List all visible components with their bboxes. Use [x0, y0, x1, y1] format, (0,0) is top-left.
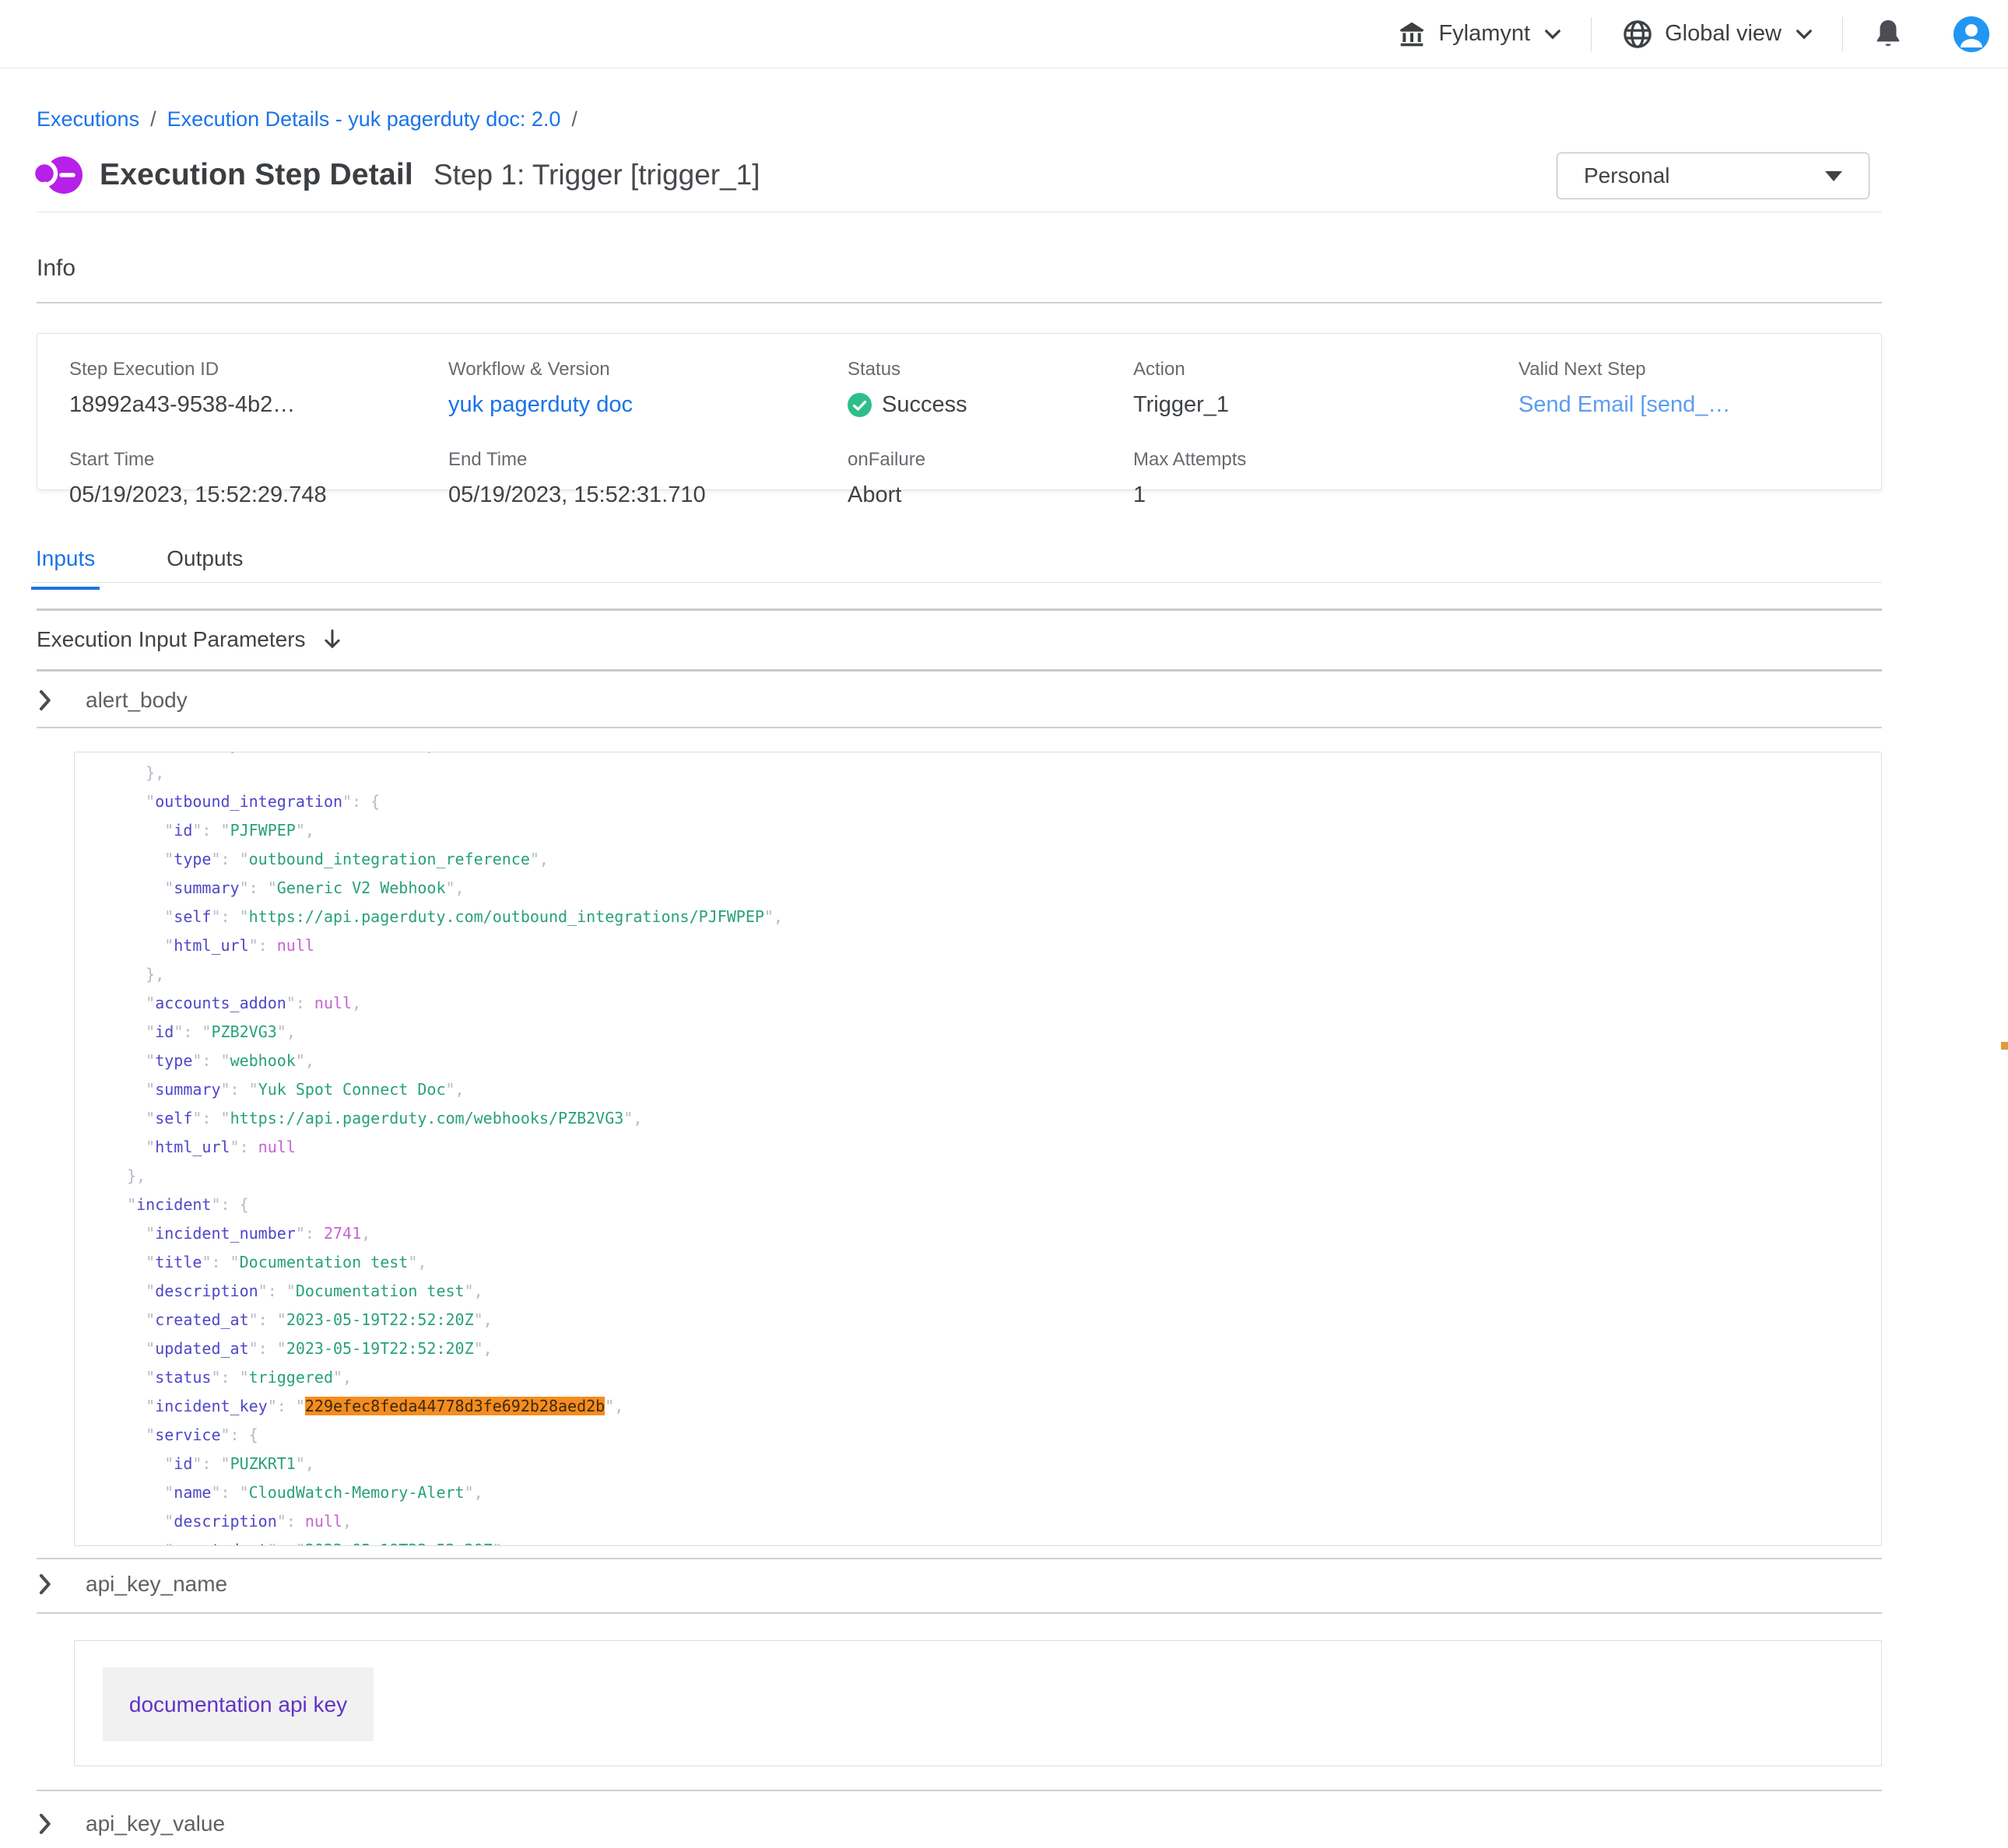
- notifications-button[interactable]: [1873, 17, 1904, 51]
- divider: [37, 727, 1882, 728]
- info-field: Max Attempts 1: [1133, 449, 1518, 508]
- chevron-right-icon: [39, 1814, 51, 1834]
- code-pre: "summary": "CloudWatch-Memory-Alert Auto…: [75, 752, 1881, 1546]
- info-field: onFailure Abort: [848, 449, 1133, 508]
- param-label: api_key_value: [86, 1811, 225, 1836]
- globe-icon: [1621, 18, 1654, 51]
- page: Fylamynt Global view: [0, 0, 2008, 1848]
- info-field-label: End Time: [448, 449, 848, 471]
- chevron-right-icon: [39, 1574, 51, 1594]
- alert-body-json-viewer[interactable]: "summary": "CloudWatch-Memory-Alert Auto…: [74, 752, 1882, 1546]
- start-time-value: 05/19/2023, 15:52:29.748: [69, 482, 448, 508]
- info-field-label: Start Time: [69, 449, 448, 471]
- breadcrumb-link-execution-details[interactable]: Execution Details - yuk pagerduty doc: 2…: [167, 107, 561, 131]
- param-row-alert-body[interactable]: alert_body: [39, 688, 188, 713]
- param-row-api-key-value[interactable]: api_key_value: [39, 1811, 225, 1836]
- breadcrumb-separator: /: [571, 107, 577, 131]
- status-text: Success: [882, 392, 967, 418]
- api-key-name-value-box: documentation api key: [74, 1640, 1882, 1766]
- org-label: Fylamynt: [1438, 21, 1530, 47]
- info-field: Workflow & Version yuk pagerduty doc: [448, 359, 848, 418]
- divider: [37, 1790, 1882, 1791]
- params-header: Execution Input Parameters: [37, 627, 343, 652]
- workflow-link[interactable]: yuk pagerduty doc: [448, 392, 848, 418]
- chevron-right-icon: [39, 690, 51, 710]
- breadcrumb-link-executions[interactable]: Executions: [37, 107, 139, 131]
- topbar-divider: [1591, 17, 1592, 51]
- divider: [37, 302, 1882, 303]
- info-field: Step Execution ID 18992a43-9538-4b2…: [69, 359, 448, 418]
- bank-icon: [1396, 19, 1427, 50]
- title-row: Execution Step Detail Step 1: Trigger [t…: [33, 153, 760, 198]
- top-bar: Fylamynt Global view: [0, 0, 2008, 68]
- info-field-label: Status: [848, 359, 1133, 380]
- divider: [37, 608, 1882, 611]
- trigger-step-icon: [33, 153, 82, 198]
- scope-select-value: Personal: [1584, 163, 1825, 188]
- info-field: Valid Next Step Send Email [send_…: [1518, 359, 1881, 418]
- status-badge: Success: [848, 392, 1133, 418]
- download-arrow-icon: [321, 628, 343, 651]
- tab-outputs[interactable]: Outputs: [162, 546, 247, 590]
- org-switcher[interactable]: Fylamynt: [1396, 19, 1561, 50]
- info-field-label: Max Attempts: [1133, 449, 1518, 471]
- breadcrumb-separator: /: [150, 107, 156, 131]
- page-title: Execution Step Detail: [100, 158, 413, 192]
- step-execution-id: 18992a43-9538-4b2…: [69, 392, 448, 418]
- end-time-value: 05/19/2023, 15:52:31.710: [448, 482, 848, 508]
- param-label: alert_body: [86, 688, 188, 713]
- valid-next-step-link[interactable]: Send Email [send_…: [1518, 392, 1881, 418]
- divider: [37, 1558, 1882, 1559]
- info-field-label: Action: [1133, 359, 1518, 380]
- info-card: Step Execution ID 18992a43-9538-4b2… Wor…: [37, 333, 1882, 490]
- info-field: Action Trigger_1: [1133, 359, 1518, 418]
- select-arrow-icon: [1825, 171, 1842, 181]
- tab-bar: Inputs Outputs: [31, 546, 247, 590]
- param-label: api_key_name: [86, 1572, 227, 1597]
- scope-select[interactable]: Personal: [1557, 153, 1869, 199]
- param-row-api-key-name[interactable]: api_key_name: [39, 1572, 227, 1597]
- tab-inputs[interactable]: Inputs: [31, 546, 100, 590]
- max-attempts-value: 1: [1133, 482, 1518, 508]
- info-field-label: Valid Next Step: [1518, 359, 1881, 380]
- page-subtitle: Step 1: Trigger [trigger_1]: [434, 159, 760, 191]
- divider: [31, 582, 1882, 583]
- divider: [37, 669, 1882, 672]
- info-field-label: Workflow & Version: [448, 359, 848, 380]
- params-title: Execution Input Parameters: [37, 627, 306, 652]
- bell-icon: [1873, 17, 1904, 51]
- info-field-label: onFailure: [848, 449, 1133, 471]
- topbar-divider: [1842, 17, 1843, 51]
- chevron-down-icon: [1544, 29, 1561, 40]
- info-field: Status Success: [848, 359, 1133, 418]
- view-switcher[interactable]: Global view: [1621, 18, 1813, 51]
- check-circle-icon: [848, 393, 872, 417]
- breadcrumb: Executions / Execution Details - yuk pager…: [37, 107, 588, 131]
- api-key-name-chip: documentation api key: [103, 1667, 374, 1741]
- action-value: Trigger_1: [1133, 392, 1518, 418]
- info-heading: Info: [37, 255, 75, 282]
- account-avatar[interactable]: [1954, 16, 1989, 52]
- divider: [37, 1612, 1882, 1614]
- download-params-button[interactable]: [321, 628, 343, 651]
- onfailure-value: Abort: [848, 482, 1133, 508]
- info-field: End Time 05/19/2023, 15:52:31.710: [448, 449, 848, 508]
- scrollbar-highlight-tick: [2001, 1042, 2008, 1050]
- view-label: Global view: [1665, 21, 1782, 47]
- info-field-label: Step Execution ID: [69, 359, 448, 380]
- chevron-down-icon: [1796, 29, 1813, 40]
- info-field: Start Time 05/19/2023, 15:52:29.748: [69, 449, 448, 508]
